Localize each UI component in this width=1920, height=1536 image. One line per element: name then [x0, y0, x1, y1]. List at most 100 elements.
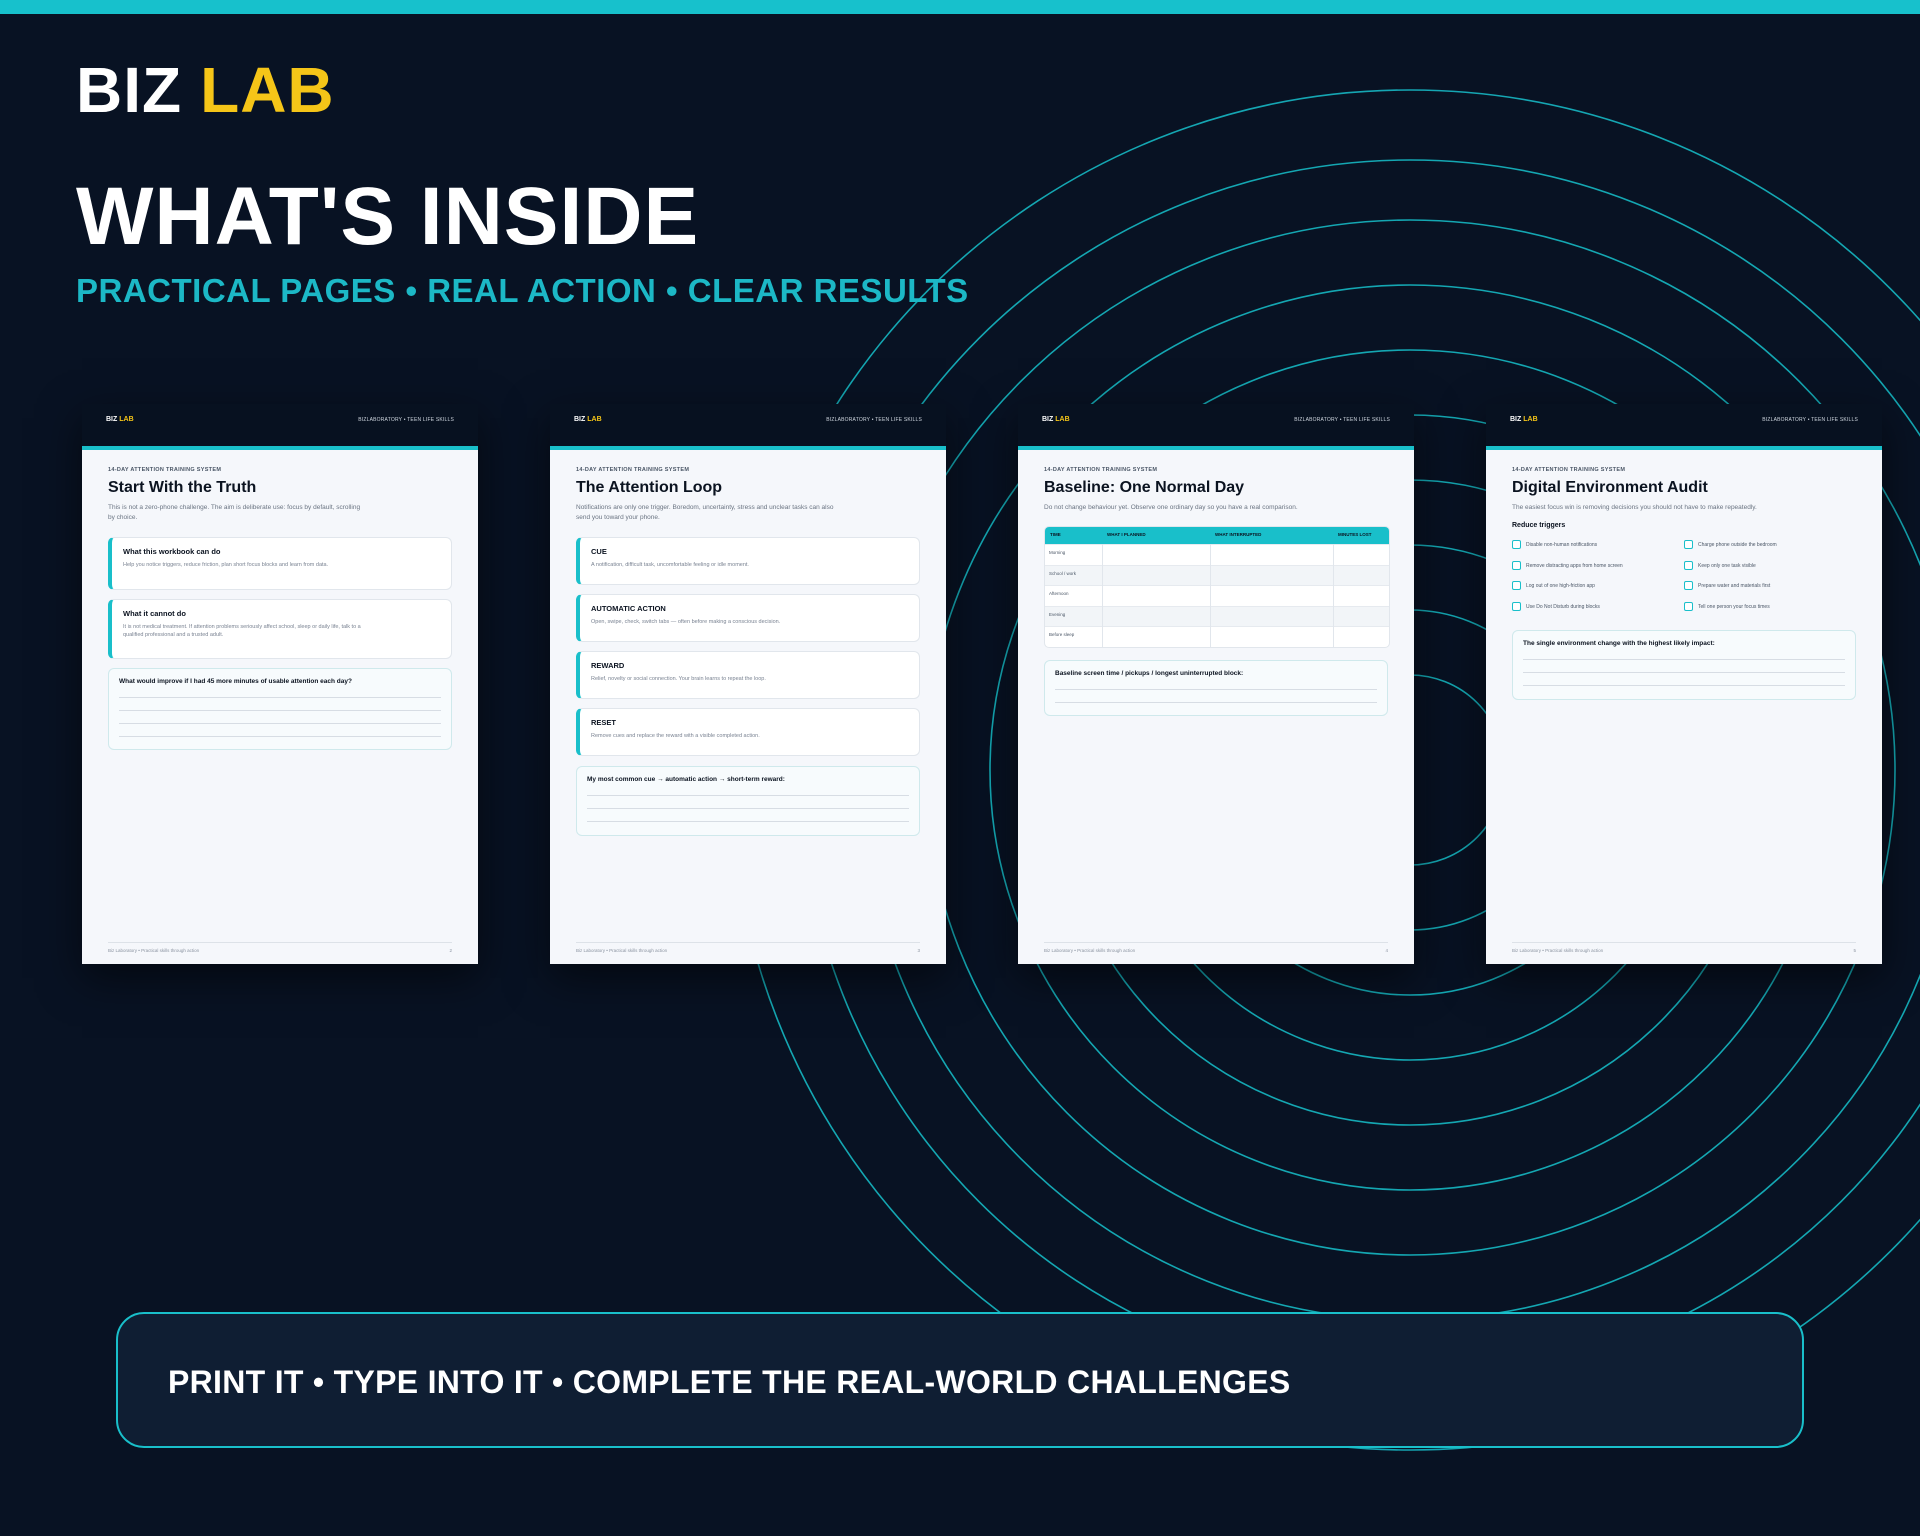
card-title: What this workbook can do: [123, 547, 221, 556]
writing-prompt-box: Baseline screen time / pickups / longest…: [1044, 660, 1388, 716]
page-subtitle: PRACTICAL PAGES • REAL ACTION • CLEAR RE…: [76, 272, 969, 309]
writing-line: [1523, 672, 1845, 673]
checkbox[interactable]: [1684, 540, 1693, 549]
page-logo: BIZ LAB: [574, 416, 602, 423]
page-intro: Do not change behaviour yet. Observe one…: [1044, 504, 1298, 511]
writing-line: [587, 808, 909, 809]
page-footer: Biz Laboratory • Practical skills throug…: [1512, 942, 1856, 953]
loop-step-card: REWARD Relief, novelty or social connect…: [576, 651, 920, 699]
page-header-tag: BIZLABORATORY • TEEN LIFE SKILLS: [358, 417, 454, 423]
brand-word-1: BIZ: [76, 54, 183, 126]
brand-word-2: LAB: [200, 54, 335, 126]
writing-line: [1055, 689, 1377, 690]
page-heading: Start With the Truth: [108, 479, 257, 496]
table-header-cell: MINUTES LOST: [1338, 532, 1372, 537]
card-body: A notification, difficult task, uncomfor…: [591, 562, 749, 568]
banner-text: PRINT IT • TYPE INTO IT • COMPLETE THE R…: [168, 1364, 1291, 1400]
page-header-tag: BIZLABORATORY • TEEN LIFE SKILLS: [826, 417, 922, 423]
checkbox[interactable]: [1684, 602, 1693, 611]
writing-line: [1523, 659, 1845, 660]
page-eyebrow: 14-DAY ATTENTION TRAINING SYSTEM: [1044, 467, 1158, 473]
writing-line: [587, 795, 909, 796]
call-to-action-banner: PRINT IT • TYPE INTO IT • COMPLETE THE R…: [116, 1312, 1804, 1448]
section-heading: Reduce triggers: [1512, 522, 1566, 529]
checkbox[interactable]: [1684, 561, 1693, 570]
table-column-divider: [1102, 544, 1103, 647]
writing-line: [1523, 685, 1845, 686]
card-title: AUTOMATIC ACTION: [591, 604, 666, 613]
writing-prompt-box: The single environment change with the h…: [1512, 630, 1856, 700]
page-header: BIZ LAB BIZLABORATORY • TEEN LIFE SKILLS: [550, 404, 946, 450]
table-row: Morning: [1045, 544, 1389, 565]
page-logo: BIZ LAB: [106, 416, 134, 423]
page-intro: The easiest focus win is removing decisi…: [1512, 504, 1757, 511]
page-number: 4: [1385, 948, 1388, 953]
card-title: REWARD: [591, 661, 625, 670]
card-body: Relief, novelty or social connection. Yo…: [591, 676, 766, 682]
card-title: CUE: [591, 547, 607, 556]
card-body: Open, swipe, check, switch tabs — often …: [591, 619, 781, 625]
page-footer: Biz Laboratory • Practical skills throug…: [108, 942, 452, 953]
card-body: Remove cues and replace the reward with …: [591, 733, 760, 739]
writing-line: [587, 821, 909, 822]
writing-prompt-box: What would improve if I had 45 more minu…: [108, 668, 452, 750]
prompt-text: Baseline screen time / pickups / longest…: [1055, 670, 1244, 677]
table-header-cell: TIME: [1050, 532, 1061, 537]
table-header-row: TIME WHAT I PLANNED WHAT INTERRUPTED MIN…: [1045, 527, 1389, 544]
checkbox[interactable]: [1512, 540, 1521, 549]
info-card: What it cannot do It is not medical trea…: [108, 599, 452, 659]
page-eyebrow: 14-DAY ATTENTION TRAINING SYSTEM: [108, 467, 222, 473]
writing-line: [1055, 702, 1377, 703]
table-row: Evening: [1045, 605, 1389, 626]
info-card: What this workbook can do Help you notic…: [108, 537, 452, 590]
page-eyebrow: 14-DAY ATTENTION TRAINING SYSTEM: [576, 467, 690, 473]
card-body: It is not medical treatment. If attentio…: [123, 624, 361, 638]
page-number: 3: [917, 948, 920, 953]
page-header-tag: BIZLABORATORY • TEEN LIFE SKILLS: [1762, 417, 1858, 423]
card-body: Help you notice triggers, reduce frictio…: [123, 562, 329, 568]
page-heading: The Attention Loop: [576, 479, 723, 496]
writing-line: [119, 736, 441, 737]
loop-step-card: CUE A notification, difficult task, unco…: [576, 537, 920, 585]
writing-prompt-box: My most common cue → automatic action → …: [576, 766, 920, 836]
table-column-divider: [1333, 544, 1334, 647]
workbook-page-preview-4: BIZ LAB BIZLABORATORY • TEEN LIFE SKILLS …: [1486, 404, 1882, 964]
page-number: 2: [449, 948, 452, 953]
prompt-text: My most common cue → automatic action → …: [587, 776, 785, 783]
table-column-divider: [1210, 544, 1211, 647]
checkbox[interactable]: [1512, 561, 1521, 570]
card-title: RESET: [591, 718, 617, 727]
brand-logo: BIZ LAB: [76, 58, 335, 122]
page-intro: Notifications are only one trigger. Bore…: [576, 504, 834, 521]
page-header: BIZ LAB BIZLABORATORY • TEEN LIFE SKILLS: [1018, 404, 1414, 450]
checkbox[interactable]: [1512, 602, 1521, 611]
baseline-table: TIME WHAT I PLANNED WHAT INTERRUPTED MIN…: [1044, 526, 1390, 648]
page-heading: Digital Environment Audit: [1512, 479, 1708, 496]
prompt-text: What would improve if I had 45 more minu…: [119, 678, 352, 685]
page-header: BIZ LAB BIZLABORATORY • TEEN LIFE SKILLS: [82, 404, 478, 450]
prompt-text: The single environment change with the h…: [1523, 640, 1715, 647]
loop-step-card: AUTOMATIC ACTION Open, swipe, check, swi…: [576, 594, 920, 642]
writing-line: [119, 710, 441, 711]
checkbox[interactable]: [1512, 581, 1521, 590]
table-header-cell: WHAT I PLANNED: [1107, 532, 1146, 537]
page-footer: Biz Laboratory • Practical skills throug…: [576, 942, 920, 953]
loop-step-card: RESET Remove cues and replace the reward…: [576, 708, 920, 756]
page-logo: BIZ LAB: [1510, 416, 1538, 423]
page-eyebrow: 14-DAY ATTENTION TRAINING SYSTEM: [1512, 467, 1626, 473]
table-header-cell: WHAT INTERRUPTED: [1215, 532, 1262, 537]
workbook-page-preview-2: BIZ LAB BIZLABORATORY • TEEN LIFE SKILLS …: [550, 404, 946, 964]
page-heading: Baseline: One Normal Day: [1044, 479, 1245, 496]
page-header-tag: BIZLABORATORY • TEEN LIFE SKILLS: [1294, 417, 1390, 423]
table-row: Before sleep: [1045, 626, 1389, 647]
page-intro: This is not a zero-phone challenge. The …: [108, 504, 361, 521]
table-row: Afternoon: [1045, 585, 1389, 606]
card-title: What it cannot do: [123, 609, 186, 618]
writing-line: [119, 697, 441, 698]
table-row: School / work: [1045, 564, 1389, 585]
workbook-page-preview-1: BIZ LAB BIZLABORATORY • TEEN LIFE SKILLS …: [82, 404, 478, 964]
checkbox[interactable]: [1684, 581, 1693, 590]
page-logo: BIZ LAB: [1042, 416, 1070, 423]
page-footer: Biz Laboratory • Practical skills throug…: [1044, 942, 1388, 953]
page-header: BIZ LAB BIZLABORATORY • TEEN LIFE SKILLS: [1486, 404, 1882, 450]
